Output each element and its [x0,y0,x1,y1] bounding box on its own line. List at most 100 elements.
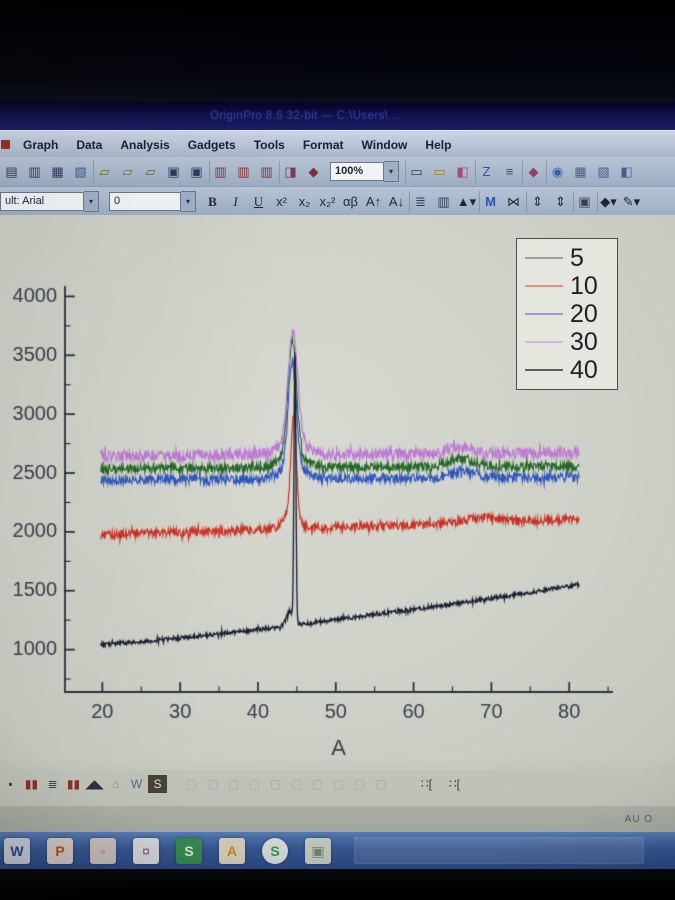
plot-type-icon-ghost-8[interactable]: ▢ [329,775,348,793]
format-button-fill-color[interactable]: ◆▾ [597,190,619,213]
menu-item-tools[interactable]: Tools [245,132,294,158]
taskbar-item-app-origin[interactable]: ¤ [133,837,159,864]
toolbar-icon-print-preview[interactable]: ▭ [429,161,450,183]
taskbar-item-app-a[interactable]: A [219,837,245,864]
legend-label: 5 [570,243,584,272]
format-button-increase-spacing[interactable]: ⇕ [526,190,548,213]
toolbar-icon-format-graph[interactable]: ▧ [593,161,614,183]
font-size-select[interactable]: 0 ▾ [109,191,196,212]
legend-entry: 10 [525,272,609,300]
plot-type-icon-ghost-6[interactable]: ▢ [287,775,306,793]
taskbar-item-app-green-s[interactable]: S [176,837,202,864]
toolbar-icon-recalculate[interactable]: ◆ [303,161,324,183]
plot-type-icon-special-plot[interactable]: S [148,775,167,793]
taskbar-item-photos[interactable]: ▣ [305,837,331,864]
taskbar-item-icon: A [226,842,238,859]
menu-item-data[interactable]: Data [67,132,111,158]
plot-type-icon-ghost-4[interactable]: ▢ [245,775,264,793]
format-button-underline[interactable]: U [248,191,269,213]
plot-type-icon-edit-handles-2[interactable]: ∷[ [445,775,464,793]
toolbar-icon-save-as[interactable]: ▣ [186,161,207,183]
taskbar: W P ◦ ¤ S A S ▣ [0,832,675,869]
toolbar-icon-import-multiple-ascii[interactable]: ▥ [256,161,277,183]
plot-type-icon-clipped-left[interactable]: ▪ [1,775,20,793]
format-button-decrease-font[interactable]: A↓ [386,191,407,213]
plot-type-icon-ghost-1[interactable]: ▢ [182,775,201,793]
format-button-increase-font[interactable]: A↑ [363,191,384,213]
toolbar-icon-worksheet-view[interactable]: ▦ [570,161,591,183]
menu-item-gadgets[interactable]: Gadgets [179,132,245,158]
format-button-fill-pattern[interactable]: ▥ [433,191,454,213]
toolbar-icon-project-explorer[interactable]: ◆ [522,160,544,183]
font-select[interactable]: ult: Arial ▾ [0,191,99,212]
plot-type-icon-bar-chart[interactable]: ▮▮ [64,775,83,793]
legend-line-sample [525,257,563,259]
legend-label: 10 [570,271,598,300]
menu-item-format[interactable]: Format [294,132,353,158]
toolbar-icon-rescale[interactable]: Z [475,160,497,183]
menu-item-window[interactable]: Window [353,132,417,158]
toolbar-icon-zoom-tool[interactable]: ◉ [546,160,568,183]
toolbar-icon-clipped-edge[interactable]: ◧ [616,161,637,183]
status-text: AU O [624,813,653,825]
format-button-decrease-spacing[interactable]: ⇕ [550,191,571,213]
plot-type-icon-column-chart[interactable]: ▮▮ [22,775,41,793]
format-button-italic[interactable]: I [225,191,246,213]
plot-type-icon-polygon-plot[interactable]: ⌂ [106,775,125,793]
format-button-line-color[interactable]: ✎▾ [621,191,642,213]
toolbar-icon-save-project[interactable]: ▣ [163,161,184,183]
format-button-mirror[interactable]: ⋈ [503,191,524,213]
plot-type-icon-ghost-10[interactable]: ▢ [371,775,390,793]
taskbar-item-skype[interactable]: S [262,837,288,864]
monitor-bezel-bottom [0,869,675,900]
format-button-super-subscript[interactable]: x₂² [317,191,338,213]
plot-type-icon-ghost-3[interactable]: ▢ [224,775,243,793]
format-button-bold[interactable]: B [202,191,223,213]
toolbar-icon-new-graph[interactable]: ▦ [47,161,68,183]
format-button-greek[interactable]: αβ [340,191,361,213]
taskbar-item-powerpoint[interactable]: P [47,837,73,864]
chevron-down-icon: ▾ [84,191,99,212]
toolbar-icon-new-project[interactable]: ▤ [1,161,22,183]
plot-type-icon-line-symbol[interactable]: ≣ [43,775,62,793]
taskbar-active-window[interactable] [354,837,644,864]
format-button-line-style[interactable]: ≣ [409,190,431,213]
plot-type-icon-ghost-5[interactable]: ▢ [266,775,285,793]
plot-type-icon-ghost-2[interactable]: ▢ [203,775,222,793]
taskbar-item-app-red[interactable]: ◦ [90,837,116,864]
toolbar-icon-new-function[interactable]: ▧ [70,161,91,183]
menu-item-help[interactable]: Help [416,132,460,158]
taskbar-item-word[interactable]: W [4,837,30,864]
legend-entry: 5 [525,244,609,272]
plot-type-icon-ghost-7[interactable]: ▢ [308,775,327,793]
format-button-subscript[interactable]: x₂ [294,191,315,213]
chart-legend[interactable]: 5 10 20 30 40 [516,238,618,390]
format-button-master-items[interactable]: M [479,190,501,213]
toolbar-icon-new-workbook[interactable]: ▥ [24,161,45,183]
plot-type-icon-ghost-9[interactable]: ▢ [350,775,369,793]
standard-toolbar: ▤ ▥ ▦ ▧ ▱ ▱ ▱ ▣ ▣ ▥ ▥ ▥ ◨ ◆ 100% ▾ ▭ ▭ ◧ Z ≡ ◆ ◉ ▦ ▧ ◧ [0,157,675,186]
graph-window[interactable]: 5 10 20 30 40 [0,215,675,772]
status-strip: AU O [0,806,675,832]
menu-item-graph[interactable]: Graph [14,132,67,158]
toolbar-icon-import-single-ascii[interactable]: ▥ [233,161,254,183]
toolbar-icon-copy-format[interactable]: ◧ [452,161,473,183]
plot-type-icon-edit-handles[interactable]: ∷[ [417,775,436,793]
format-button-insert-image[interactable]: ▣ [573,190,595,213]
window-titlebar: OriginPro 8.6 32-bit — C:\Users\... [0,102,675,130]
format-button-symbol-picker[interactable]: ▲▾ [456,191,477,213]
taskbar-item-icon: W [10,842,24,859]
plot-type-icon-worksheet[interactable]: W [127,775,146,793]
toolbar-icon-layer-arrange[interactable]: ≡ [499,161,520,183]
toolbar-icon-print[interactable]: ▭ [405,160,427,183]
toolbar-icon-open[interactable]: ▱ [93,160,115,183]
plot-type-icon-area-chart[interactable]: ◢◣ [85,775,104,793]
menu-item-analysis[interactable]: Analysis [111,132,178,158]
taskbar-item-icon: ◦ [100,842,106,859]
toolbar-icon-import-wizard[interactable]: ▥ [209,160,231,183]
toolbar-icon-open-template[interactable]: ▱ [117,161,138,183]
toolbar-icon-open-theme[interactable]: ◨ [279,160,301,183]
toolbar-icon-open-excel[interactable]: ▱ [140,161,161,183]
zoom-level-select[interactable]: 100% ▾ [330,161,399,182]
format-button-superscript[interactable]: x² [271,191,292,213]
